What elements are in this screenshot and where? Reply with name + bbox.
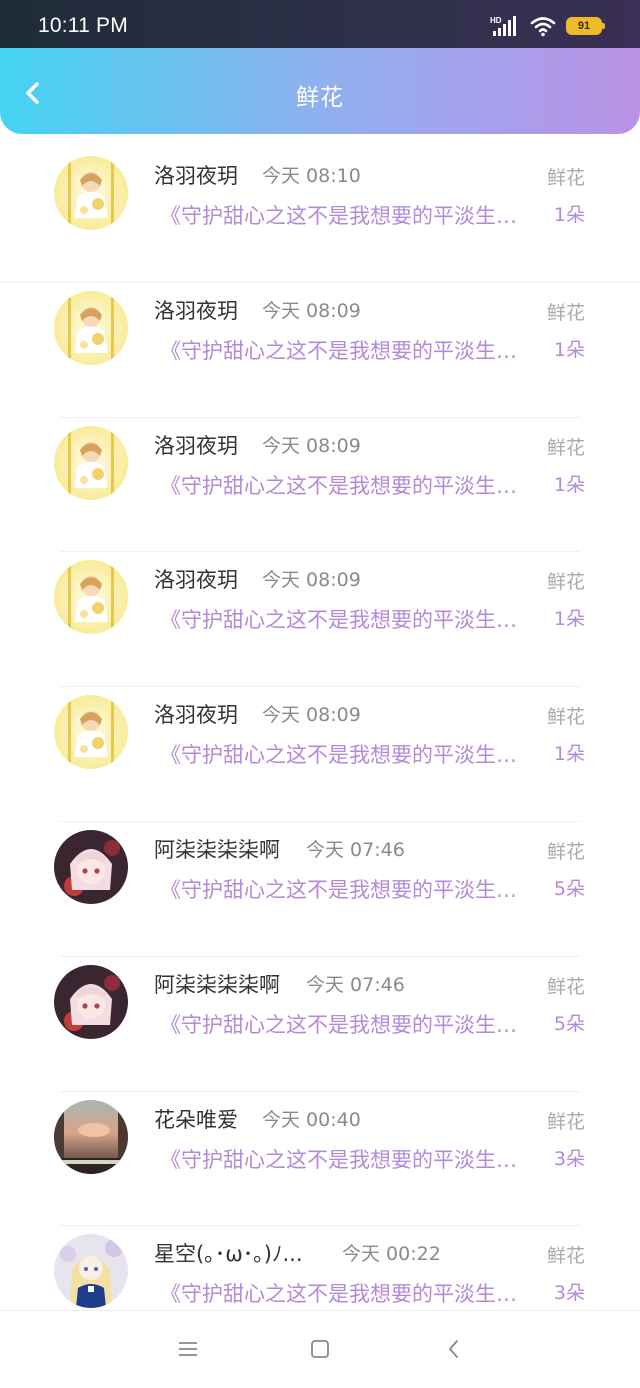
avatar[interactable] <box>54 425 128 500</box>
network-label: HD <box>490 16 502 25</box>
home-button[interactable] <box>308 1337 332 1361</box>
avatar[interactable] <box>54 1099 128 1174</box>
avatar[interactable] <box>54 1234 128 1309</box>
list-item[interactable]: 洛羽夜玥 今天 08:09 《守护甜心之这不是我想要的平淡生活》 鲜花 1朵 <box>0 283 640 418</box>
user-name: 洛羽夜玥 <box>154 568 238 593</box>
user-name: 花朵唯爱 <box>154 1107 238 1132</box>
book-title[interactable]: 《守护甜心之这不是我想要的平淡生活》 <box>160 1278 530 1308</box>
book-title[interactable]: 《守护甜心之这不是我想要的平淡生活》 <box>160 200 530 230</box>
list-item[interactable]: 花朵唯爱 今天 00:40 《守护甜心之这不是我想要的平淡生活》 鲜花 3朵 <box>0 1092 640 1227</box>
status-icons: HD 91 <box>490 14 605 38</box>
book-title[interactable]: 《守护甜心之这不是我想要的平淡生活》 <box>160 335 530 365</box>
avatar[interactable] <box>54 156 128 230</box>
book-title[interactable]: 《守护甜心之这不是我想要的平淡生活》 <box>160 739 530 769</box>
book-title[interactable]: 《守护甜心之这不是我想要的平淡生活》 <box>160 1009 530 1039</box>
home-square-icon <box>308 1340 332 1365</box>
gift-type: 鲜花 <box>546 436 585 459</box>
user-name: 洛羽夜玥 <box>154 433 238 458</box>
gift-type: 鲜花 <box>546 975 585 998</box>
gift-type: 鲜花 <box>546 1110 585 1133</box>
avatar[interactable] <box>54 560 128 635</box>
book-title[interactable]: 《守护甜心之这不是我想要的平淡生活》 <box>160 874 530 904</box>
user-name: 洛羽夜玥 <box>154 164 238 188</box>
list-item[interactable]: 洛羽夜玥 今天 08:10 《守护甜心之这不是我想要的平淡生活》 鲜花 1朵 <box>0 150 640 283</box>
system-back-button[interactable] <box>442 1337 466 1361</box>
wifi-icon <box>530 15 556 37</box>
signal-icon: HD <box>490 15 520 37</box>
gift-type: 鲜花 <box>546 840 585 863</box>
gift-type: 鲜花 <box>546 301 585 324</box>
gift-count: 3朵 <box>553 1282 585 1305</box>
menu-button[interactable] <box>176 1337 200 1361</box>
avatar[interactable] <box>54 964 128 1039</box>
gift-time: 今天 08:09 <box>262 569 361 592</box>
gift-time: 今天 08:10 <box>262 165 361 187</box>
gift-time: 今天 07:46 <box>306 973 405 996</box>
gift-count: 5朵 <box>553 1012 585 1035</box>
status-bar: 10:11 PM HD 91 <box>0 0 640 48</box>
gift-count: 3朵 <box>553 1147 585 1170</box>
avatar[interactable] <box>54 695 128 770</box>
list-item[interactable]: 星空(｡･ω･｡)ﾉ... 今天 00:22 《守护甜心之这不是我想要的平淡生活》鲜… <box>0 1226 640 1310</box>
gift-time: 今天 00:22 <box>342 1243 441 1266</box>
battery-level: 91 <box>577 20 591 32</box>
list-item[interactable]: 阿柒柒柒柒啊 今天 07:46 《守护甜心之这不是我想要的平淡生活》 鲜花 5朵 <box>0 822 640 957</box>
back-triangle-icon <box>442 1340 466 1365</box>
user-name: 阿柒柒柒柒啊 <box>154 837 280 862</box>
gift-time: 今天 00:40 <box>262 1108 361 1131</box>
user-name: 洛羽夜玥 <box>154 298 238 323</box>
book-title[interactable]: 《守护甜心之这不是我想要的平淡生活》 <box>160 604 530 634</box>
gift-count: 5朵 <box>553 877 585 900</box>
status-time: 10:11 PM <box>38 14 128 37</box>
gift-time: 今天 08:09 <box>262 299 361 322</box>
page-title: 鲜花 <box>296 85 344 111</box>
battery-icon: 91 <box>566 17 605 35</box>
gift-count: 1朵 <box>553 743 585 766</box>
gift-type: 鲜花 <box>546 706 585 729</box>
gift-type: 鲜花 <box>546 167 585 189</box>
user-name: 阿柒柒柒柒啊 <box>154 972 280 997</box>
list-item[interactable]: 洛羽夜玥 今天 08:09 《守护甜心之这不是我想要的平淡生活》 鲜花 1朵 <box>0 418 640 553</box>
list-item[interactable]: 洛羽夜玥 今天 08:09 《守护甜心之这不是我想要的平淡生活》 鲜花 1朵 <box>0 552 640 688</box>
header-bar: 鲜花 <box>0 48 640 134</box>
gift-time: 今天 07:46 <box>306 838 405 861</box>
gift-count: 1朵 <box>553 473 585 496</box>
gift-type: 鲜花 <box>546 571 585 594</box>
gift-time: 今天 08:09 <box>262 434 361 457</box>
menu-icon <box>176 1342 200 1365</box>
avatar[interactable] <box>54 829 128 904</box>
system-nav-bar <box>0 1310 640 1388</box>
gift-count: 1朵 <box>553 608 585 631</box>
list-item[interactable]: 阿柒柒柒柒啊 今天 07:46 《守护甜心之这不是我想要的平淡生活》 鲜花 5朵 <box>0 957 640 1092</box>
user-name: 洛羽夜玥 <box>154 703 238 728</box>
gift-count: 1朵 <box>553 204 585 226</box>
avatar[interactable] <box>54 290 128 365</box>
gift-type: 鲜花 <box>546 1245 585 1268</box>
gift-time: 今天 08:09 <box>262 704 361 727</box>
flower-gift-list[interactable]: 洛羽夜玥 今天 08:10 《守护甜心之这不是我想要的平淡生活》 鲜花 1朵 洛羽夜玥 今天… <box>0 150 640 1310</box>
gift-count: 1朵 <box>553 338 585 361</box>
list-item[interactable]: 洛羽夜玥 今天 08:09 《守护甜心之这不是我想要的平淡生活》 鲜花 1朵 <box>0 687 640 822</box>
book-title[interactable]: 《守护甜心之这不是我想要的平淡生活》 <box>160 1144 530 1174</box>
user-name: 星空(｡･ω･｡)ﾉ... <box>154 1242 303 1267</box>
book-title[interactable]: 《守护甜心之这不是我想要的平淡生活》 <box>160 470 530 500</box>
